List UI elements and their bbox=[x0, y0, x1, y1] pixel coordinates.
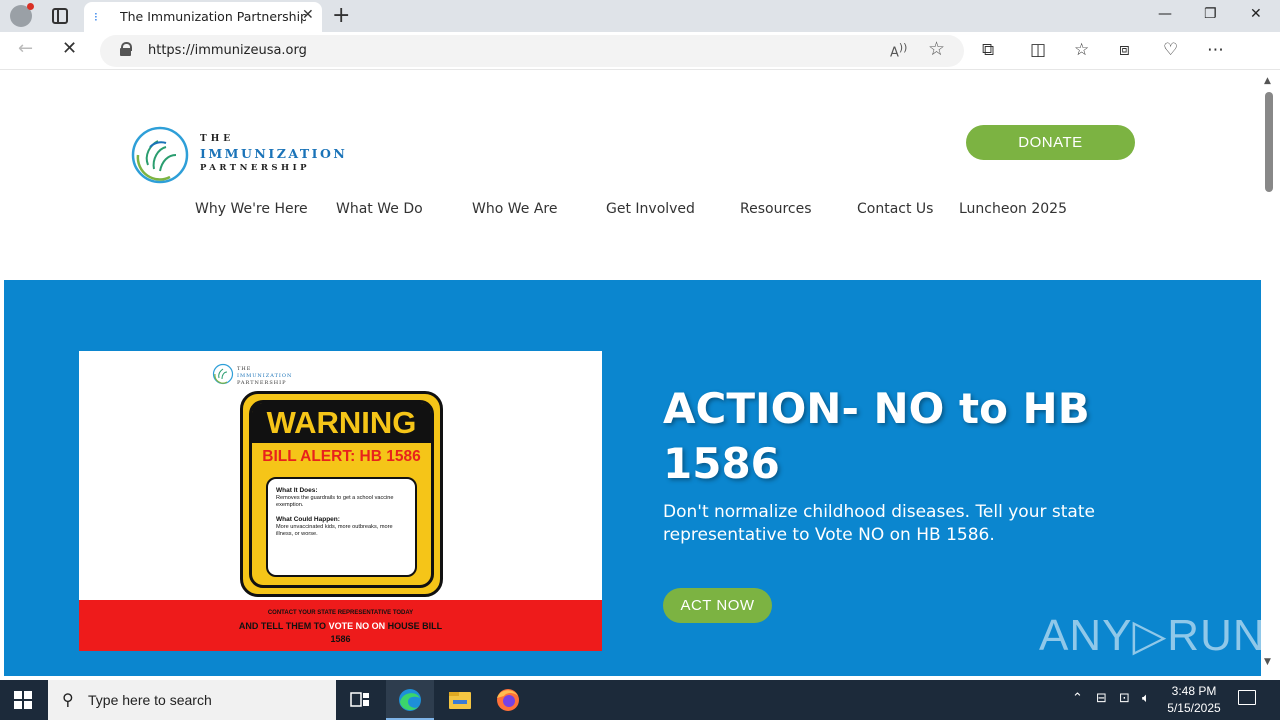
banner-call-to-action: CONTACT YOUR STATE REPRESENTATIVE TODAY … bbox=[79, 600, 602, 651]
banner-logo-icon bbox=[212, 363, 234, 385]
notification-dot bbox=[27, 3, 34, 10]
logo-line-2: IMMUNIZATION bbox=[200, 146, 348, 161]
collections-icon[interactable]: ⧈ bbox=[1119, 40, 1130, 60]
nav-luncheon-2025[interactable]: Luncheon 2025 bbox=[959, 201, 1067, 217]
loading-spinner-icon: ⁝ bbox=[94, 10, 98, 24]
donate-button[interactable]: DONATE bbox=[966, 125, 1135, 160]
tab-actions-icon[interactable] bbox=[52, 8, 68, 24]
scroll-down-icon[interactable]: ▼ bbox=[1264, 657, 1271, 667]
split-screen-icon[interactable]: ◫ bbox=[1030, 40, 1046, 60]
volume-icon[interactable]: 🔈︎ bbox=[1142, 691, 1150, 706]
logo-line-1: THE bbox=[200, 134, 235, 144]
what-it-does-text: Removes the guardrails to get a school v… bbox=[276, 495, 394, 508]
what-it-does-heading: What It Does: bbox=[276, 487, 318, 494]
clock-date: 5/15/2025 bbox=[1167, 701, 1221, 715]
hero-title: ACTION- NO to HB 1586 bbox=[663, 384, 1090, 488]
bill-alert-text: BILL ALERT: HB 1586 bbox=[262, 448, 421, 465]
clock-time: 3:48 PM bbox=[1171, 684, 1217, 698]
what-could-happen-text: More unvaccinated kids, more outbreaks, … bbox=[276, 524, 393, 537]
browser-toolbar: ← ✕ https://immunizeusa.org A)) ☆ ⧉ ◫ ☆ … bbox=[0, 32, 1280, 70]
banner-footer-line-1: CONTACT YOUR STATE REPRESENTATIVE TODAY bbox=[267, 610, 414, 616]
windows-start-icon[interactable] bbox=[14, 691, 32, 709]
nav-who-we-are[interactable]: Who We Are bbox=[472, 201, 557, 217]
scroll-up-icon[interactable]: ▲ bbox=[1264, 76, 1271, 86]
edge-icon[interactable] bbox=[386, 680, 434, 720]
logo-line-3: PARTNERSHIP bbox=[200, 163, 310, 173]
copilot-icon[interactable] bbox=[1246, 41, 1268, 63]
minimize-button[interactable]: — bbox=[1158, 6, 1172, 22]
banner-footer-text-b: VOTE NO ON bbox=[328, 621, 386, 631]
nav-contact-us[interactable]: Contact Us bbox=[857, 201, 933, 217]
hero-banner-image: THE IMMUNIZATION PARTNERSHIP WARNING BIL… bbox=[79, 351, 602, 651]
bill-info-box: What It Does: Removes the guardrails to … bbox=[266, 477, 417, 577]
banner-logo-line-3: PARTNERSHIP bbox=[237, 380, 287, 386]
banner-footer-line-3: 1586 bbox=[330, 634, 351, 644]
more-icon[interactable]: ⋯ bbox=[1207, 40, 1224, 60]
stop-loading-icon[interactable]: ✕ bbox=[62, 38, 77, 59]
taskbar-search-placeholder: Type here to search bbox=[88, 692, 212, 708]
windows-taskbar: ⚲ Type here to search ⌃ ⊟ ⊡ 🔈︎ 3:48 PM 5… bbox=[0, 680, 1280, 720]
browser-tab-bar: ⁝ The Immunization Partnership | Va ✕ + … bbox=[0, 0, 1280, 32]
show-hidden-icons-icon[interactable]: ⌃ bbox=[1072, 691, 1083, 706]
file-explorer-icon[interactable] bbox=[436, 680, 484, 720]
page-viewport: THE IMMUNIZATION PARTNERSHIP DONATE Why … bbox=[4, 70, 1261, 676]
maximize-button[interactable]: ❐ bbox=[1204, 6, 1217, 22]
act-now-button[interactable]: ACT NOW bbox=[663, 588, 772, 623]
banner-footer-text-a: AND TELL THEM TO bbox=[238, 621, 327, 631]
notifications-icon[interactable] bbox=[1238, 690, 1256, 705]
warning-sign: WARNING BILL ALERT: HB 1586 What It Does… bbox=[240, 391, 443, 597]
browser-essentials-icon[interactable]: ♡ bbox=[1163, 40, 1178, 60]
task-view-icon[interactable] bbox=[336, 680, 384, 720]
close-window-button[interactable]: ✕ bbox=[1250, 6, 1262, 22]
banner-logo-line-1: THE bbox=[237, 366, 252, 372]
read-aloud-icon[interactable]: A)) bbox=[890, 41, 907, 60]
banner-footer-text-c: HOUSE BILL bbox=[387, 621, 443, 631]
banner-logo-text: THE IMMUNIZATION PARTNERSHIP bbox=[237, 366, 292, 387]
url-text[interactable]: https://immunizeusa.org bbox=[148, 43, 307, 58]
banner-footer-line-2: AND TELL THEM TO VOTE NO ON HOUSE BILL bbox=[79, 621, 602, 631]
anyrun-watermark: ANY▷RUN bbox=[1039, 611, 1261, 660]
hero-section: THE IMMUNIZATION PARTNERSHIP WARNING BIL… bbox=[4, 280, 1261, 676]
nav-get-involved[interactable]: Get Involved bbox=[606, 201, 695, 217]
back-icon[interactable]: ← bbox=[18, 38, 33, 59]
hero-subtitle: Don't normalize childhood diseases. Tell… bbox=[663, 502, 1095, 545]
lock-icon[interactable] bbox=[120, 42, 132, 56]
favorite-star-icon[interactable]: ☆ bbox=[928, 38, 945, 60]
what-could-happen-heading: What Could Happen: bbox=[276, 516, 340, 523]
warning-heading: WARNING bbox=[252, 403, 431, 443]
system-clock[interactable]: 3:48 PM 5/15/2025 bbox=[1166, 683, 1222, 717]
new-tab-button[interactable]: + bbox=[332, 3, 350, 28]
nav-what-we-do[interactable]: What We Do bbox=[336, 201, 423, 217]
nav-why-were-here[interactable]: Why We're Here bbox=[195, 201, 308, 217]
firefox-icon[interactable] bbox=[484, 680, 532, 720]
tab-title: The Immunization Partnership | Va bbox=[120, 9, 306, 24]
banner-logo-line-2: IMMUNIZATION bbox=[237, 373, 293, 379]
nav-resources[interactable]: Resources bbox=[740, 201, 812, 217]
address-bar[interactable]: https://immunizeusa.org A)) ☆ bbox=[100, 35, 964, 67]
taskbar-search-box[interactable]: ⚲ Type here to search bbox=[48, 680, 336, 720]
favorites-icon[interactable]: ☆ bbox=[1074, 40, 1089, 60]
site-logo-text[interactable]: THE IMMUNIZATION PARTNERSHIP bbox=[200, 134, 347, 173]
extensions-icon[interactable]: ⧉ bbox=[982, 40, 994, 60]
tab-close-button[interactable]: ✕ bbox=[302, 7, 314, 23]
site-logo-icon[interactable] bbox=[130, 125, 190, 185]
network-device-icon[interactable]: ⊟ bbox=[1096, 691, 1107, 706]
warning-sign-inner: WARNING BILL ALERT: HB 1586 What It Does… bbox=[249, 400, 434, 588]
search-icon: ⚲ bbox=[62, 690, 74, 709]
network-icon[interactable]: ⊡ bbox=[1119, 691, 1130, 706]
browser-tab[interactable]: ⁝ The Immunization Partnership | Va ✕ bbox=[84, 2, 322, 32]
scroll-thumb[interactable] bbox=[1265, 92, 1273, 192]
